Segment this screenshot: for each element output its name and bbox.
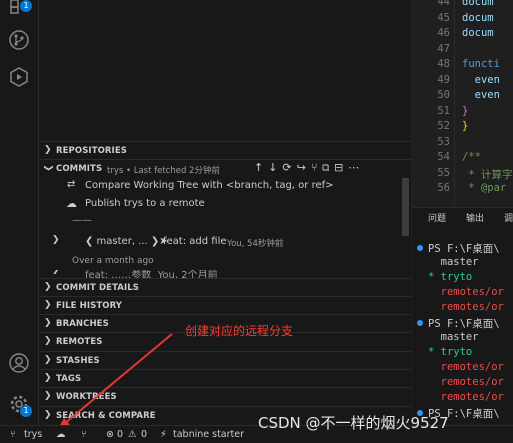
error-icon: ⊗ bbox=[106, 429, 114, 440]
tabnine-status[interactable]: tabnine starter bbox=[173, 429, 244, 440]
publish-cloud-icon[interactable]: ☁ bbox=[56, 429, 66, 440]
error-count[interactable]: 0 bbox=[117, 429, 123, 440]
branch-name[interactable]: trys bbox=[24, 429, 42, 440]
branch-icon: ⑂ bbox=[10, 429, 16, 440]
annotation-text: 创建对应的远程分支 bbox=[185, 324, 294, 338]
warning-count[interactable]: 0 bbox=[141, 429, 147, 440]
warning-icon: ⚠ bbox=[128, 429, 137, 440]
git-graph-icon[interactable]: ⑂ bbox=[81, 429, 87, 440]
csdn-watermark: CSDN @不一样的烟火9527 bbox=[258, 414, 449, 432]
tabnine-icon: ⚡ bbox=[160, 429, 167, 440]
annotation-arrow bbox=[58, 333, 173, 429]
